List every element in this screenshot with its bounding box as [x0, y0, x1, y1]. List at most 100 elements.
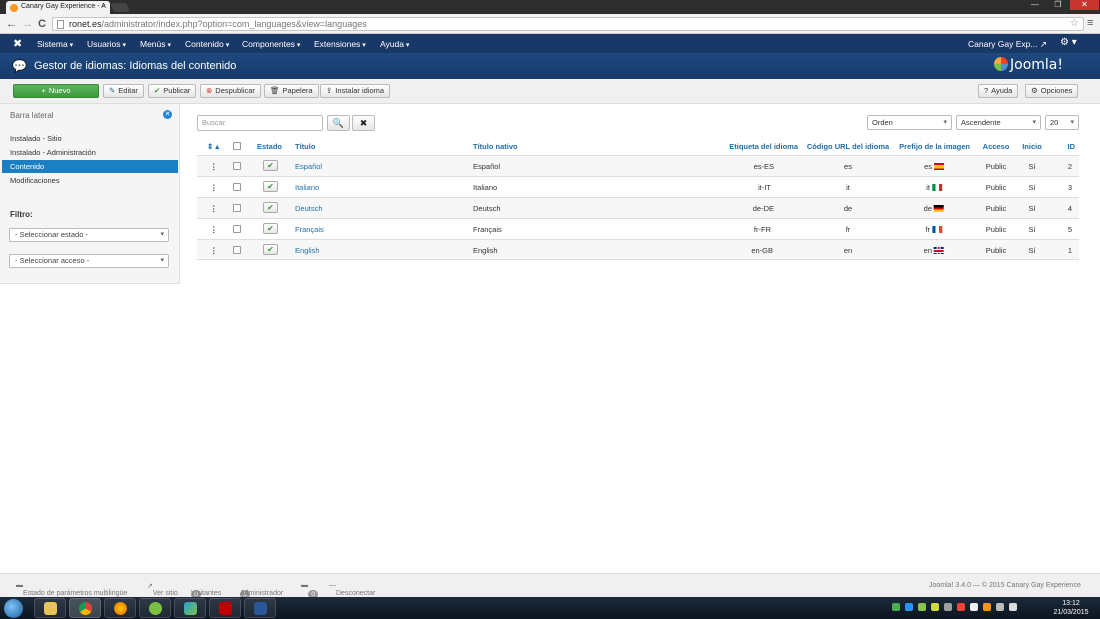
- unpublish-button[interactable]: ⊗ Despublicar: [200, 84, 261, 98]
- back-arrow-icon[interactable]: ←: [6, 17, 17, 31]
- firefox-app-icon[interactable]: [104, 598, 136, 618]
- edit-button[interactable]: ✎ Editar: [103, 84, 144, 98]
- language-title-link[interactable]: Deutsch: [295, 204, 323, 213]
- window-close-button[interactable]: ✕: [1070, 0, 1099, 10]
- word-app-icon[interactable]: [244, 598, 276, 618]
- clear-search-button[interactable]: ✖: [352, 115, 375, 131]
- select-all-checkbox[interactable]: [233, 142, 241, 150]
- title-header[interactable]: Título: [295, 142, 315, 151]
- browser-menu-icon[interactable]: ≡: [1087, 17, 1093, 29]
- state-select[interactable]: - Seleccionar estado -: [9, 228, 169, 242]
- multilang-status-link[interactable]: ▬ Estado de parámetros multilingüe: [16, 582, 127, 597]
- language-id: 3: [1067, 183, 1072, 192]
- row-checkbox[interactable]: [233, 204, 241, 212]
- utorrent-app-icon[interactable]: [139, 598, 171, 618]
- row-checkbox[interactable]: [233, 183, 241, 191]
- menu-ayuda[interactable]: Ayuda: [380, 39, 409, 49]
- chrome-app-icon[interactable]: [69, 598, 101, 618]
- published-toggle-icon[interactable]: ✔: [263, 223, 278, 234]
- drag-handle-icon[interactable]: ⋮: [210, 183, 218, 192]
- language-title-link[interactable]: Français: [295, 225, 324, 234]
- language-tag-header[interactable]: Etiqueta del idioma: [729, 142, 798, 151]
- taskbar-clock[interactable]: 13:12 21/03/2015: [1046, 599, 1096, 617]
- joomla-logo-icon[interactable]: ✖: [13, 37, 22, 50]
- sidebar-item-content[interactable]: Contenido: [2, 160, 178, 173]
- visitors-label: Visitantes: [191, 590, 222, 597]
- new-button[interactable]: + Nuevo: [13, 84, 99, 98]
- view-site-link[interactable]: ↗ Ver sitio: [147, 582, 178, 597]
- published-toggle-icon[interactable]: ✔: [263, 160, 278, 171]
- sidebar-item-installed-site[interactable]: Instalado - Sitio: [2, 132, 178, 145]
- row-checkbox[interactable]: [233, 225, 241, 233]
- tab-close-icon[interactable]: ×: [102, 3, 106, 10]
- publish-button[interactable]: ✔ Publicar: [148, 84, 197, 98]
- start-button-icon[interactable]: [4, 599, 23, 618]
- menu-sistema[interactable]: Sistema: [37, 39, 73, 49]
- status-header[interactable]: Estado: [257, 142, 282, 151]
- site-name-link[interactable]: Canary Gay Exp... ↗: [968, 39, 1047, 50]
- new-tab-button[interactable]: [110, 3, 130, 12]
- access-select[interactable]: - Seleccionar acceso -: [9, 254, 169, 268]
- menu-menus[interactable]: Menús: [140, 39, 171, 49]
- url-code-header[interactable]: Código URL del idioma: [807, 142, 889, 151]
- language-title-link[interactable]: Italiano: [295, 183, 319, 192]
- home-value: Sí: [1028, 162, 1036, 171]
- order-by-select[interactable]: Orden: [867, 115, 952, 130]
- drag-handle-icon[interactable]: ⋮: [210, 225, 218, 234]
- logout-link[interactable]: — Desconectar: [329, 582, 375, 597]
- drag-handle-icon[interactable]: ⋮: [210, 204, 218, 213]
- sidebar-item-installed-admin[interactable]: Instalado - Administración: [2, 146, 178, 159]
- access-level: Public: [985, 246, 1007, 255]
- published-toggle-icon[interactable]: ✔: [263, 181, 278, 192]
- system-tray[interactable]: [892, 603, 1042, 613]
- row-checkbox[interactable]: [233, 162, 241, 170]
- search-input[interactable]: Buscar: [197, 115, 323, 131]
- sidebar-hide-icon[interactable]: ✕: [163, 110, 172, 119]
- url-input[interactable]: ronet.es/administrator/index.php?option=…: [52, 17, 1084, 31]
- search-button[interactable]: 🔍: [327, 115, 350, 131]
- forward-arrow-icon[interactable]: →: [22, 17, 33, 31]
- published-toggle-icon[interactable]: ✔: [263, 244, 278, 255]
- sidebar-item-overrides[interactable]: Modificaciones: [2, 174, 178, 187]
- browser-tab[interactable]: Canary Gay Experience - A ×: [6, 1, 110, 14]
- list-limit-select[interactable]: 20: [1045, 115, 1079, 130]
- reload-icon[interactable]: C: [38, 17, 46, 31]
- image-prefix-header[interactable]: Prefijo de la imagen: [899, 142, 970, 151]
- access-header[interactable]: Acceso: [983, 142, 1010, 151]
- help-button[interactable]: ? Ayuda: [978, 84, 1019, 98]
- language-title-link[interactable]: English: [295, 246, 320, 255]
- explorer-app-icon[interactable]: [34, 598, 66, 618]
- window-maximize-button[interactable]: ❐: [1047, 0, 1069, 10]
- home-value: Sí: [1028, 225, 1036, 234]
- home-header[interactable]: Inicio: [1022, 142, 1042, 151]
- language-id: 2: [1067, 162, 1072, 171]
- window-minimize-button[interactable]: —: [1024, 0, 1046, 10]
- language-title-link[interactable]: Español: [295, 162, 322, 171]
- ordering-header[interactable]: ⇕ ▴: [207, 142, 219, 151]
- user-gear-icon[interactable]: ⚙ ▾: [1060, 37, 1077, 48]
- published-toggle-icon[interactable]: ✔: [263, 202, 278, 213]
- transfer-app-icon[interactable]: [174, 598, 206, 618]
- logout-label: Desconectar: [336, 590, 376, 597]
- options-button[interactable]: ⚙ Opciones: [1025, 84, 1079, 98]
- native-title-header[interactable]: Título nativo: [473, 142, 518, 151]
- admin-label: Administrador: [240, 590, 284, 597]
- menu-extensiones[interactable]: Extensiones: [314, 39, 366, 49]
- install-language-button[interactable]: ⇪ Instalar idioma: [320, 84, 391, 98]
- filezilla-app-icon[interactable]: [209, 598, 241, 618]
- drag-handle-icon[interactable]: ⋮: [210, 246, 218, 255]
- image-prefix-text: en: [923, 246, 932, 255]
- menu-usuarios[interactable]: Usuarios: [87, 39, 126, 49]
- trash-button[interactable]: 🗑 Papelera: [264, 84, 319, 98]
- row-checkbox[interactable]: [233, 246, 241, 254]
- image-prefix: es: [924, 162, 944, 171]
- messages-status[interactable]: ▬ 0: [301, 582, 318, 599]
- menu-componentes[interactable]: Componentes: [242, 39, 300, 49]
- page-icon: [57, 20, 64, 29]
- id-header[interactable]: ID: [1068, 142, 1076, 151]
- native-title: Italiano: [473, 183, 498, 192]
- menu-contenido[interactable]: Contenido: [185, 39, 229, 49]
- drag-handle-icon[interactable]: ⋮: [210, 162, 218, 171]
- order-direction-select[interactable]: Ascendente: [956, 115, 1041, 130]
- bookmark-star-icon[interactable]: ☆: [1070, 18, 1079, 30]
